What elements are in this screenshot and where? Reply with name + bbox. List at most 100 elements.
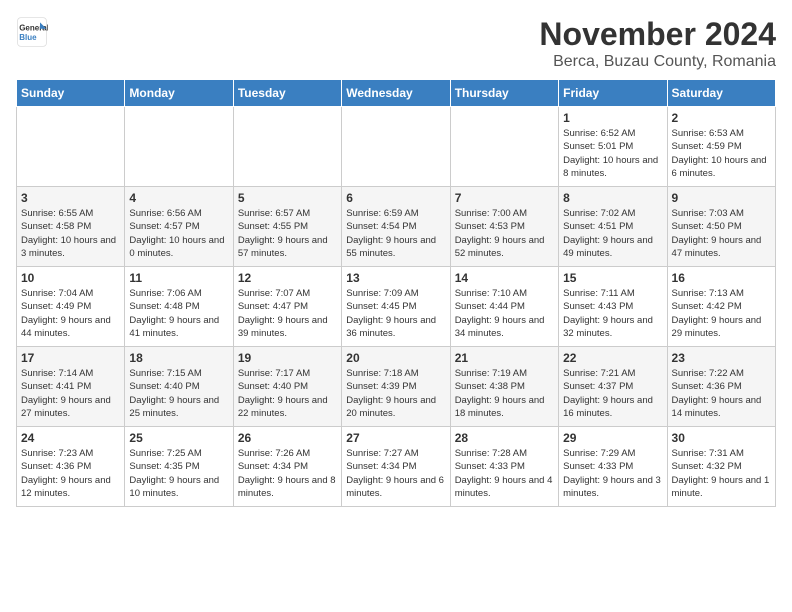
day-number: 17 [21, 351, 120, 365]
day-info: Sunrise: 6:52 AM Sunset: 5:01 PM Dayligh… [563, 127, 662, 180]
calendar-day-cell: 10 Sunrise: 7:04 AM Sunset: 4:49 PM Dayli… [17, 267, 125, 347]
day-info: Sunrise: 7:22 AM Sunset: 4:36 PM Dayligh… [672, 367, 771, 420]
day-number: 26 [238, 431, 337, 445]
day-of-week-header: Friday [559, 80, 667, 107]
day-number: 3 [21, 191, 120, 205]
month-title: November 2024 [539, 16, 776, 53]
day-number: 2 [672, 111, 771, 125]
calendar-day-cell: 7Sunrise: 7:00 AM Sunset: 4:53 PM Daylig… [450, 187, 558, 267]
day-number: 19 [238, 351, 337, 365]
title-area: November 2024 Berca, Buzau County, Roman… [539, 16, 776, 71]
day-info: Sunrise: 7:27 AM Sunset: 4:34 PM Dayligh… [346, 447, 445, 500]
day-number: 14 [455, 271, 554, 285]
day-number: 24 [21, 431, 120, 445]
day-info: Sunrise: 7:15 AM Sunset: 4:40 PM Dayligh… [129, 367, 228, 420]
day-number: 8 [563, 191, 662, 205]
day-info: Sunrise: 7:29 AM Sunset: 4:33 PM Dayligh… [563, 447, 662, 500]
calendar-day-cell: 23 Sunrise: 7:22 AM Sunset: 4:36 PM Dayli… [667, 347, 775, 427]
calendar-day-cell: 22 Sunrise: 7:21 AM Sunset: 4:37 PM Dayli… [559, 347, 667, 427]
calendar-day-cell [342, 107, 450, 187]
calendar-day-cell [17, 107, 125, 187]
calendar-day-cell: 2 Sunrise: 6:53 AM Sunset: 4:59 PM Daylig… [667, 107, 775, 187]
day-info: Sunrise: 7:31 AM Sunset: 4:32 PM Dayligh… [672, 447, 771, 500]
calendar-header-row: SundayMondayTuesdayWednesdayThursdayFrid… [17, 80, 776, 107]
day-info: Sunrise: 6:59 AM Sunset: 4:54 PM Dayligh… [346, 207, 445, 260]
calendar-day-cell: 6 Sunrise: 6:59 AM Sunset: 4:54 PM Daylig… [342, 187, 450, 267]
calendar-day-cell: 25Sunrise: 7:25 AM Sunset: 4:35 PM Dayli… [125, 427, 233, 507]
day-info: Sunrise: 6:53 AM Sunset: 4:59 PM Dayligh… [672, 127, 771, 180]
calendar-day-cell: 21 Sunrise: 7:19 AM Sunset: 4:38 PM Dayli… [450, 347, 558, 427]
calendar-day-cell [233, 107, 341, 187]
day-info: Sunrise: 7:19 AM Sunset: 4:38 PM Dayligh… [455, 367, 554, 420]
day-info: Sunrise: 7:04 AM Sunset: 4:49 PM Dayligh… [21, 287, 120, 340]
day-of-week-header: Tuesday [233, 80, 341, 107]
calendar-week-row: 1 Sunrise: 6:52 AM Sunset: 5:01 PM Daylig… [17, 107, 776, 187]
calendar-week-row: 24 Sunrise: 7:23 AM Sunset: 4:36 PM Dayli… [17, 427, 776, 507]
day-number: 5 [238, 191, 337, 205]
calendar-day-cell: 30 Sunrise: 7:31 AM Sunset: 4:32 PM Dayli… [667, 427, 775, 507]
logo: General Blue [16, 16, 48, 48]
calendar-day-cell: 19 Sunrise: 7:17 AM Sunset: 4:40 PM Dayli… [233, 347, 341, 427]
calendar-day-cell: 14 Sunrise: 7:10 AM Sunset: 4:44 PM Dayli… [450, 267, 558, 347]
svg-text:Blue: Blue [19, 33, 37, 42]
day-number: 11 [129, 271, 228, 285]
day-info: Sunrise: 7:28 AM Sunset: 4:33 PM Dayligh… [455, 447, 554, 500]
day-number: 29 [563, 431, 662, 445]
calendar-day-cell: 5 Sunrise: 6:57 AM Sunset: 4:55 PM Daylig… [233, 187, 341, 267]
day-number: 12 [238, 271, 337, 285]
day-number: 7 [455, 191, 554, 205]
day-number: 30 [672, 431, 771, 445]
calendar-day-cell [125, 107, 233, 187]
day-number: 9 [672, 191, 771, 205]
calendar-day-cell: 8 Sunrise: 7:02 AM Sunset: 4:51 PM Daylig… [559, 187, 667, 267]
day-of-week-header: Thursday [450, 80, 558, 107]
day-info: Sunrise: 7:26 AM Sunset: 4:34 PM Dayligh… [238, 447, 337, 500]
day-number: 16 [672, 271, 771, 285]
day-number: 22 [563, 351, 662, 365]
day-info: Sunrise: 7:21 AM Sunset: 4:37 PM Dayligh… [563, 367, 662, 420]
day-of-week-header: Wednesday [342, 80, 450, 107]
day-number: 18 [129, 351, 228, 365]
day-number: 15 [563, 271, 662, 285]
day-info: Sunrise: 7:14 AM Sunset: 4:41 PM Dayligh… [21, 367, 120, 420]
day-info: Sunrise: 6:57 AM Sunset: 4:55 PM Dayligh… [238, 207, 337, 260]
location-subtitle: Berca, Buzau County, Romania [539, 53, 776, 71]
calendar-day-cell: 16Sunrise: 7:13 AM Sunset: 4:42 PM Dayli… [667, 267, 775, 347]
day-info: Sunrise: 7:25 AM Sunset: 4:35 PM Dayligh… [129, 447, 228, 500]
day-number: 28 [455, 431, 554, 445]
day-info: Sunrise: 7:03 AM Sunset: 4:50 PM Dayligh… [672, 207, 771, 260]
day-number: 10 [21, 271, 120, 285]
day-of-week-header: Monday [125, 80, 233, 107]
day-of-week-header: Sunday [17, 80, 125, 107]
day-info: Sunrise: 7:11 AM Sunset: 4:43 PM Dayligh… [563, 287, 662, 340]
day-info: Sunrise: 6:56 AM Sunset: 4:57 PM Dayligh… [129, 207, 228, 260]
day-info: Sunrise: 7:02 AM Sunset: 4:51 PM Dayligh… [563, 207, 662, 260]
header: General Blue November 2024 Berca, Buzau … [16, 16, 776, 71]
day-number: 20 [346, 351, 445, 365]
calendar-week-row: 3Sunrise: 6:55 AM Sunset: 4:58 PM Daylig… [17, 187, 776, 267]
day-number: 21 [455, 351, 554, 365]
day-number: 13 [346, 271, 445, 285]
day-number: 1 [563, 111, 662, 125]
calendar-day-cell [450, 107, 558, 187]
calendar-day-cell: 15 Sunrise: 7:11 AM Sunset: 4:43 PM Dayli… [559, 267, 667, 347]
calendar-day-cell: 11Sunrise: 7:06 AM Sunset: 4:48 PM Dayli… [125, 267, 233, 347]
logo-icon: General Blue [16, 16, 48, 48]
calendar-week-row: 10 Sunrise: 7:04 AM Sunset: 4:49 PM Dayli… [17, 267, 776, 347]
day-number: 4 [129, 191, 228, 205]
day-info: Sunrise: 7:09 AM Sunset: 4:45 PM Dayligh… [346, 287, 445, 340]
day-number: 27 [346, 431, 445, 445]
day-number: 23 [672, 351, 771, 365]
day-info: Sunrise: 7:23 AM Sunset: 4:36 PM Dayligh… [21, 447, 120, 500]
day-info: Sunrise: 7:17 AM Sunset: 4:40 PM Dayligh… [238, 367, 337, 420]
calendar-day-cell: 9 Sunrise: 7:03 AM Sunset: 4:50 PM Daylig… [667, 187, 775, 267]
calendar-day-cell: 28 Sunrise: 7:28 AM Sunset: 4:33 PM Dayli… [450, 427, 558, 507]
calendar-day-cell: 29 Sunrise: 7:29 AM Sunset: 4:33 PM Dayli… [559, 427, 667, 507]
calendar-day-cell: 3Sunrise: 6:55 AM Sunset: 4:58 PM Daylig… [17, 187, 125, 267]
calendar-day-cell: 12Sunrise: 7:07 AM Sunset: 4:47 PM Dayli… [233, 267, 341, 347]
day-info: Sunrise: 7:10 AM Sunset: 4:44 PM Dayligh… [455, 287, 554, 340]
calendar-table: SundayMondayTuesdayWednesdayThursdayFrid… [16, 79, 776, 507]
day-info: Sunrise: 7:18 AM Sunset: 4:39 PM Dayligh… [346, 367, 445, 420]
calendar-day-cell: 27 Sunrise: 7:27 AM Sunset: 4:34 PM Dayli… [342, 427, 450, 507]
day-number: 6 [346, 191, 445, 205]
